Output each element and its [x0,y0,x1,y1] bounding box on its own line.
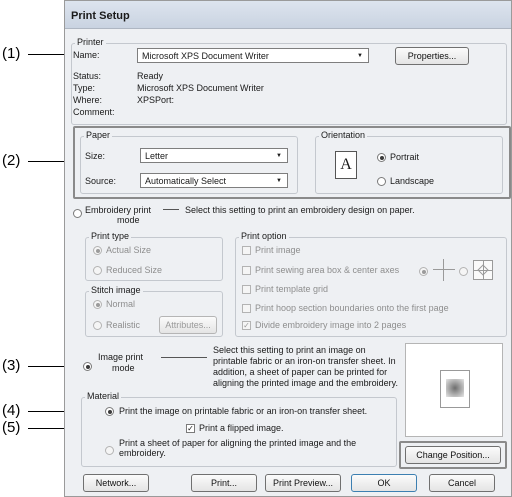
center-axes-icon [433,259,455,281]
landscape-radio[interactable] [377,177,386,186]
portrait-radio[interactable] [377,153,386,162]
printable-fabric-radio[interactable] [105,407,114,416]
dash-separator [163,209,179,210]
printer-group-label: Printer [75,37,106,47]
type-value: Microsoft XPS Document Writer [137,83,264,93]
align-sheet-label-2: embroidery. [119,448,166,458]
dialog-title: Print Setup [65,1,511,29]
actual-size-radio[interactable] [93,246,102,255]
callout-5: (5) [2,419,21,436]
reduced-size-label: Reduced Size [106,265,163,275]
callout-2: (2) [2,152,21,169]
area-box-icon [473,260,493,280]
stitch-image-label: Stitch image [89,285,143,295]
sewing-area-checkbox[interactable] [242,266,251,275]
realistic-label: Realistic [106,320,141,330]
network-button[interactable]: Network... [83,474,149,492]
chevron-down-icon: ▼ [357,53,363,59]
paper-size-select[interactable]: Letter ▼ [140,148,288,163]
callout-4: (4) [2,402,21,419]
embroidery-mode-label-2: mode [117,215,140,225]
image-mode-description-3: addition, a sheet of paper can be printe… [213,367,388,377]
dash-separator [161,357,207,358]
chevron-down-icon: ▼ [276,178,282,184]
image-mode-radio[interactable] [83,362,92,371]
image-mode-description-1: Select this setting to print an image on [213,345,366,355]
hoop-boundaries-label: Print hoop section boundaries onto the f… [255,303,449,313]
properties-button[interactable]: Properties... [395,47,469,65]
portrait-label: Portrait [390,152,420,162]
orientation-group-label: Orientation [319,130,368,140]
print-preview-button[interactable]: Print Preview... [265,474,341,492]
align-sheet-label-1: Print a sheet of paper for aligning the … [119,438,357,448]
print-image-checkbox[interactable] [242,246,251,255]
ok-button[interactable]: OK [351,474,417,492]
sewing-area-option-1-radio[interactable] [419,267,428,276]
paper-source-value: Automatically Select [145,176,227,186]
where-label: Where: [73,95,103,105]
hoop-boundaries-checkbox[interactable] [242,304,251,313]
callout-3: (3) [2,357,21,374]
template-grid-checkbox[interactable] [242,285,251,294]
print-button[interactable]: Print... [191,474,257,492]
status-value: Ready [137,71,164,81]
paper-source-label: Source: [85,176,117,186]
printable-fabric-label: Print the image on printable fabric or a… [119,406,368,416]
print-option-label: Print option [239,231,289,241]
paper-size-value: Letter [145,151,169,161]
attributes-button[interactable]: Attributes... [159,316,217,334]
type-label: Type: [73,83,96,93]
actual-size-label: Actual Size [106,245,152,255]
chevron-down-icon: ▼ [276,153,282,159]
portrait-page-icon: A [335,151,357,179]
embroidery-mode-label-1: Embroidery print [85,205,152,215]
embroidery-mode-radio[interactable] [73,209,82,218]
change-position-button[interactable]: Change Position... [405,446,501,464]
flipped-image-label: Print a flipped image. [199,423,284,433]
print-type-label: Print type [89,231,132,241]
cancel-button[interactable]: Cancel [429,474,495,492]
where-value: XPSPort: [137,95,175,105]
sewing-area-option-2-radio[interactable] [459,267,468,276]
align-sheet-radio[interactable] [105,446,114,455]
divide-pages-checkbox[interactable]: ✓ [242,321,251,330]
reduced-size-radio[interactable] [93,266,102,275]
paper-size-label: Size: [85,151,106,161]
printer-name-value: Microsoft XPS Document Writer [142,51,269,61]
landscape-label: Landscape [390,176,435,186]
printer-name-label: Name: [73,50,100,60]
image-mode-label-1: Image print [98,352,144,362]
comment-label: Comment: [73,107,115,117]
preview-image [446,379,464,397]
paper-source-select[interactable]: Automatically Select ▼ [140,173,288,188]
realistic-radio[interactable] [93,321,102,330]
status-label: Status: [73,71,102,81]
image-mode-description-4: aligning the printed image and the embro… [213,378,398,388]
material-label: Material [85,391,122,401]
print-setup-dialog: Print Setup Printer Name: Microsoft XPS … [64,0,512,497]
image-mode-label-2: mode [112,363,135,373]
preview-page [440,370,470,408]
callout-1: (1) [2,45,21,62]
print-image-label: Print image [255,245,301,255]
normal-radio[interactable] [93,300,102,309]
template-grid-label: Print template grid [255,284,329,294]
paper-group-label: Paper [84,130,113,140]
printer-name-select[interactable]: Microsoft XPS Document Writer ▼ [137,48,369,63]
image-preview-panel [405,343,503,437]
sewing-area-label: Print sewing area box & center axes [255,265,400,275]
divide-pages-label: Divide embroidery image into 2 pages [255,320,407,330]
flipped-image-checkbox[interactable]: ✓ [186,424,195,433]
image-mode-description-2: printable fabric or an iron-on transfer … [213,356,396,366]
embroidery-mode-description: Select this setting to print an embroide… [185,205,415,215]
normal-label: Normal [106,299,136,309]
